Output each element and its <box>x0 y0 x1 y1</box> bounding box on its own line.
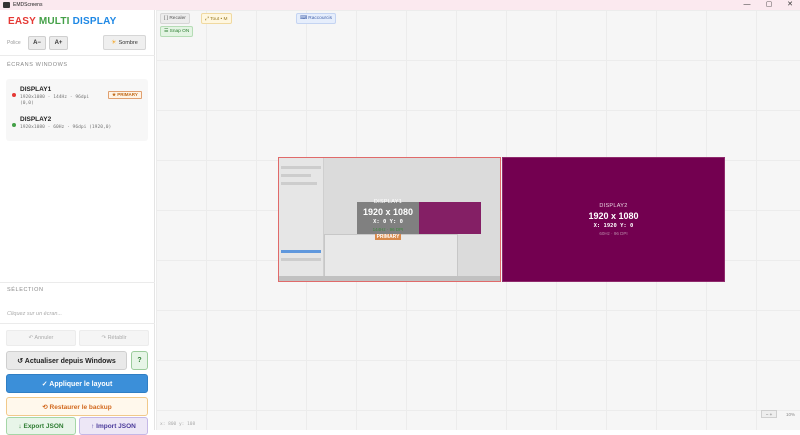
snap-toggle-button[interactable]: ☰ Snap ON <box>160 26 194 37</box>
divider <box>0 55 155 56</box>
undo-redo-row: ↶ Annuler ↷ Rétablir <box>6 330 149 346</box>
sidebar: EASY MULTI DISPLAY Police A− A+ ☀ Sombre… <box>0 10 155 435</box>
font-decrease-button[interactable]: A− <box>28 36 46 50</box>
monitor-name: DISPLAY2 <box>599 203 628 209</box>
font-increase-button[interactable]: A+ <box>49 36 68 50</box>
minimize-button[interactable]: — <box>740 0 754 10</box>
monitor-meta: 144Hz · 96 DPI <box>372 227 404 232</box>
zoom-control[interactable]: − + <box>761 410 777 418</box>
monitor-name: DISPLAY1 <box>373 199 403 205</box>
screens-section-title: ÉCRANS WINDOWS <box>7 62 68 68</box>
display-list-item-1[interactable]: DISPLAY1 1920x1080 · 144Hz · 96dpi (0,0)… <box>6 82 148 108</box>
monitor-resolution: 1920 x 1080 <box>588 211 639 221</box>
close-button[interactable]: ✕ <box>783 0 797 10</box>
theme-toggle-button[interactable]: ☀ Sombre <box>103 35 146 50</box>
cursor-coordinates: x: 800 y: 108 <box>160 422 196 427</box>
restore-backup-button[interactable]: ⟲ Restaurer le backup <box>6 397 148 416</box>
monitor-resolution: 1920 x 1080 <box>362 207 414 217</box>
layout-canvas[interactable]: [ ] Recaler ⤢ Tout • M ☰ Snap ON ⌨ Racco… <box>156 10 800 430</box>
selection-hint: Cliquez sur un écran... <box>7 311 63 317</box>
primary-badge: ★ PRIMARY <box>108 91 142 99</box>
help-button[interactable]: ? <box>131 351 148 370</box>
app-logo: EASY MULTI DISPLAY <box>8 16 116 27</box>
maximize-button[interactable]: ▢ <box>762 0 776 10</box>
monitor-position: X: 0 Y: 0 <box>373 219 403 225</box>
logo-word-multi: MULTI <box>38 16 70 27</box>
status-dot <box>12 93 16 97</box>
font-size-label: Police <box>7 40 21 46</box>
zoom-percent: 10% <box>785 412 795 417</box>
monitor-display2[interactable]: DISPLAY2 1920 x 1080 X: 1920 Y: 0 60Hz ·… <box>502 157 725 282</box>
primary-badge: PRIMARY <box>374 234 402 240</box>
monitor-position: X: 1920 Y: 0 <box>593 223 634 229</box>
shortcuts-button[interactable]: ⌨ Raccourcis <box>296 13 336 24</box>
fit-all-button[interactable]: ⤢ Tout • M <box>201 13 232 24</box>
monitor-meta: 60Hz · 96 DPI <box>599 231 628 236</box>
display-info: 1920x1080 · 144Hz · 96dpi <box>20 95 90 100</box>
selection-section-title: SÉLECTION <box>7 287 44 293</box>
recenter-button[interactable]: [ ] Recaler <box>160 13 190 24</box>
export-json-button[interactable]: ↓ Export JSON <box>6 417 76 435</box>
undo-button[interactable]: ↶ Annuler <box>6 330 76 346</box>
display-position: (0,0) <box>20 101 34 106</box>
monitor-display1[interactable]: DISPLAY1 1920 x 1080 X: 0 Y: 0 144Hz · 9… <box>278 157 501 282</box>
divider <box>0 323 155 324</box>
redo-button[interactable]: ↷ Rétablir <box>79 330 149 346</box>
display-name: DISPLAY2 <box>20 116 52 123</box>
display-list: DISPLAY1 1920x1080 · 144Hz · 96dpi (0,0)… <box>6 79 148 141</box>
display-name: DISPLAY1 <box>20 86 52 93</box>
display-info: 1920x1080 · 60Hz · 96dpi (1920,0) <box>20 125 112 130</box>
sun-icon: ☀ <box>111 40 117 46</box>
title-bar: EMDScreens — ▢ ✕ <box>0 0 800 10</box>
theme-toggle-label: Sombre <box>118 39 138 46</box>
display-list-item-2[interactable]: DISPLAY2 1920x1080 · 60Hz · 96dpi (1920,… <box>6 112 148 138</box>
apply-layout-button[interactable]: ✓ Appliquer le layout <box>6 374 148 393</box>
divider <box>0 282 155 283</box>
refresh-from-windows-button[interactable]: ↺ Actualiser depuis Windows <box>6 351 127 370</box>
app-icon <box>3 2 10 8</box>
logo-word-easy: EASY <box>8 16 36 27</box>
window-title: EMDScreens <box>13 2 43 8</box>
status-dot <box>12 123 16 127</box>
monitor-label-group: DISPLAY1 1920 x 1080 X: 0 Y: 0 144Hz · 9… <box>363 199 413 240</box>
logo-word-display: DISPLAY <box>72 16 117 27</box>
import-json-button[interactable]: ↑ Import JSON <box>79 417 148 435</box>
